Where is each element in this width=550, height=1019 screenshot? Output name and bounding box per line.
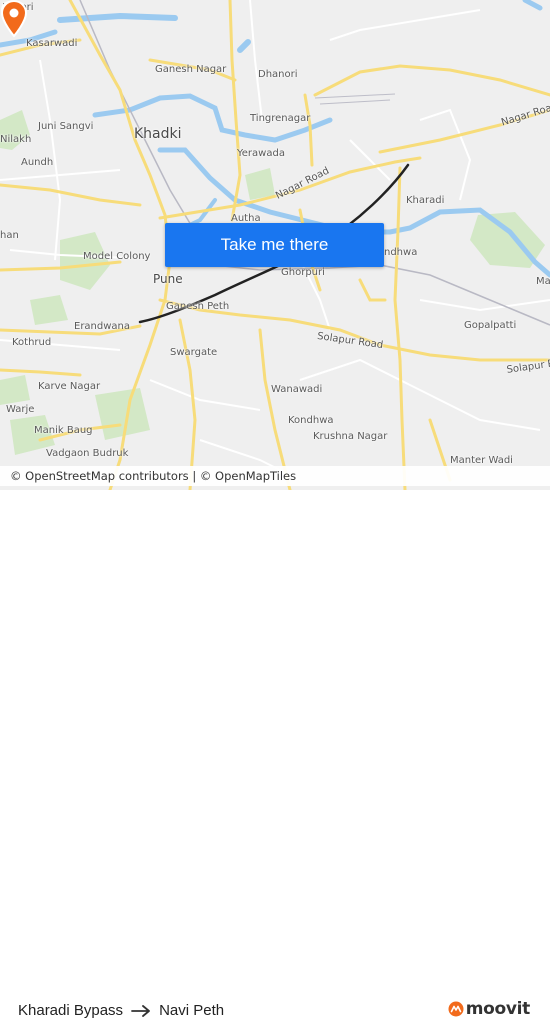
map-label: Kothrud <box>12 337 52 348</box>
route-summary: Kharadi Bypass Navi Peth <box>18 1002 224 1019</box>
map-label: Pune <box>153 272 183 286</box>
map-label: Ganesh Peth <box>166 301 230 312</box>
map-label: ndhwa <box>384 247 418 258</box>
brand-name: moovit <box>465 999 531 1019</box>
footer-bar: Kharadi Bypass Navi Peth moovit <box>0 490 550 1019</box>
map-label: Juni Sangvi <box>38 121 94 132</box>
moovit-logo-icon <box>448 1001 464 1017</box>
map-label: Khadki <box>134 126 182 142</box>
map-label: Tingrenagar <box>250 113 311 124</box>
take-me-there-button[interactable]: Take me there <box>165 223 384 267</box>
map-label: Karve Nagar <box>38 381 101 392</box>
map-label: Erandwana <box>74 321 131 332</box>
map-label: Ghorpuri <box>281 267 325 278</box>
map-label: Nilakh <box>0 134 32 145</box>
map-label: Swargate <box>170 347 218 358</box>
map-label: Ganesh Nagar <box>155 64 227 75</box>
map-view[interactable]: Pimpri Kasarwadi Ganesh Nagar Dhanori Ti… <box>0 0 550 490</box>
map-label: Yerawada <box>237 148 285 159</box>
map-label: Warje <box>6 404 35 415</box>
moovit-brand[interactable]: moovit <box>448 999 530 1019</box>
map-label: Kondhwa <box>288 415 334 426</box>
map-label: Manik Baug <box>34 425 93 436</box>
map-label: Model Colony <box>83 251 151 262</box>
map-label: Krushna Nagar <box>313 431 388 442</box>
destination-pin-icon[interactable] <box>0 0 28 38</box>
map-label: Gopalpatti <box>464 320 517 331</box>
map-label: Aundh <box>21 157 54 168</box>
destination-name: Navi Peth <box>159 1002 225 1019</box>
map-attribution[interactable]: © OpenStreetMap contributors | © OpenMap… <box>0 466 550 486</box>
map-label: Dhanori <box>258 69 298 80</box>
map-label: Kasarwadi <box>26 38 78 49</box>
park-areas <box>0 110 545 455</box>
right-arrow-icon <box>131 1004 151 1017</box>
map-label: Manter Wadi <box>450 455 513 466</box>
map-label: Vadgaon Budruk <box>46 448 129 459</box>
map-label: Kharadi <box>406 195 445 206</box>
map-label: Ma <box>536 276 550 287</box>
map-label: han <box>0 230 19 241</box>
map-label: Wanawadi <box>271 384 323 395</box>
airport <box>314 93 396 105</box>
origin-name: Kharadi Bypass <box>18 1002 124 1019</box>
